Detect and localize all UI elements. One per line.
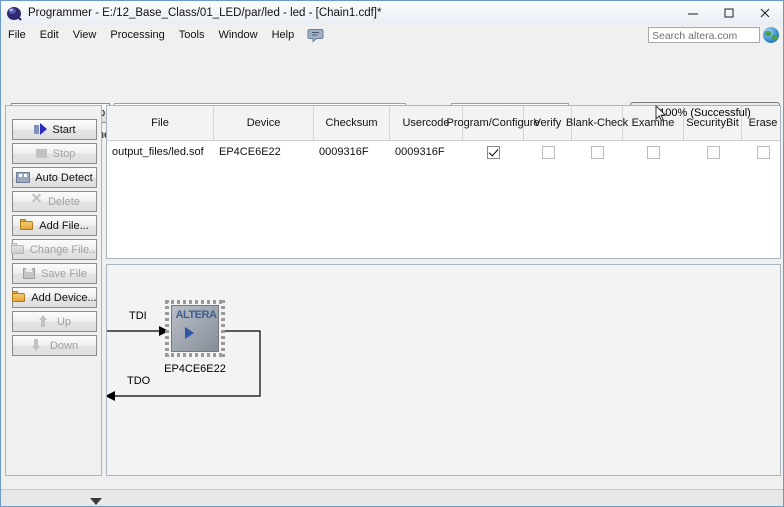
start-button[interactable]: Start: [12, 119, 97, 140]
column-header-device[interactable]: Device: [214, 106, 314, 140]
programmer-window: Programmer - E:/12_Base_Class/01_LED/par…: [0, 0, 784, 507]
auto-detect-button[interactable]: Auto Detect: [12, 167, 97, 188]
add-device-button[interactable]: Add Device...: [12, 287, 97, 308]
start-label: Start: [52, 123, 76, 136]
table-row[interactable]: output_files/led.sof EP4CE6E22 0009316F 000…: [107, 141, 780, 163]
column-header-blank-check[interactable]: Blank- Check: [566, 106, 628, 140]
cell-checkbox-examine[interactable]: [647, 145, 660, 159]
cell-checkbox-erase[interactable]: [757, 145, 770, 159]
bottom-strip: [1, 489, 783, 506]
chip-orientation-triangle-icon: [185, 327, 194, 339]
move-down-button[interactable]: Down: [12, 335, 97, 356]
move-up-label: Up: [56, 315, 72, 328]
move-up-button[interactable]: Up: [12, 311, 97, 332]
menu-item-help[interactable]: Help: [265, 27, 302, 43]
window-controls: [675, 1, 783, 25]
search-area: Search altera.com: [648, 27, 779, 43]
maximize-button[interactable]: [711, 2, 747, 25]
auto-detect-label: Auto Detect: [35, 171, 93, 184]
close-button[interactable]: [747, 2, 783, 25]
delete-label: Delete: [48, 195, 80, 208]
menu-item-tools[interactable]: Tools: [172, 27, 212, 43]
save-file-icon: [22, 267, 37, 281]
up-arrow-icon: [38, 314, 53, 329]
move-down-label: Down: [49, 339, 79, 352]
toolbar: Hardware Setup... USB-Blaster [USB-0] Mo…: [1, 49, 783, 141]
down-arrow-icon: [31, 338, 46, 353]
cell-blank-check[interactable]: [572, 141, 623, 163]
cell-checksum[interactable]: 0009316F: [314, 141, 390, 163]
add-file-button[interactable]: Add File...: [12, 215, 97, 236]
auto-detect-icon: [16, 171, 31, 185]
menu-item-edit[interactable]: Edit: [33, 27, 66, 43]
menu-item-view[interactable]: View: [66, 27, 104, 43]
menu-item-processing[interactable]: Processing: [103, 27, 171, 43]
delete-icon: [29, 192, 44, 209]
cell-usercode[interactable]: 0009316F: [390, 141, 463, 163]
device-table-panel: File Device Checksum Usercode Program/Config…: [106, 105, 781, 259]
tdi-label: TDI: [129, 310, 147, 322]
cell-checkbox-security-bit[interactable]: [706, 145, 720, 159]
chevron-down-icon[interactable]: [90, 498, 102, 505]
add-device-icon: [12, 290, 27, 305]
cell-examine[interactable]: [623, 141, 684, 163]
cell-checkbox-program-configure[interactable]: [487, 145, 500, 159]
progress-value: 100% (Successful): [659, 107, 751, 119]
menu-item-file[interactable]: File: [1, 27, 33, 43]
add-device-label: Add Device...: [31, 291, 97, 304]
tdo-label: TDO: [127, 375, 151, 387]
cell-checkbox-verify[interactable]: [541, 145, 555, 159]
search-input[interactable]: Search altera.com: [648, 27, 760, 43]
change-file-button[interactable]: Change File...: [10, 239, 99, 260]
cell-file[interactable]: output_files/led.sof: [107, 141, 214, 163]
cell-erase[interactable]: [742, 141, 780, 163]
fpga-device-graphic[interactable]: ALTERA: [165, 300, 225, 357]
altera-logo: ALTERA: [175, 309, 217, 321]
window-title: Programmer - E:/12_Base_Class/01_LED/par…: [28, 7, 382, 19]
chip-body: ALTERA: [171, 305, 219, 352]
title-bar: Programmer - E:/12_Base_Class/01_LED/par…: [1, 1, 783, 26]
change-file-icon: [10, 242, 26, 257]
start-icon: [33, 122, 48, 137]
column-header-program-configure[interactable]: Program/Configure: [447, 106, 539, 140]
device-name-label: EP4CE6E22: [164, 363, 226, 375]
column-header-checksum[interactable]: Checksum: [314, 106, 390, 140]
stop-label: Stop: [52, 147, 76, 160]
column-header-verify[interactable]: Verify: [524, 106, 572, 140]
add-file-label: Add File...: [39, 219, 89, 232]
cell-checkbox-blank-check[interactable]: [591, 145, 604, 159]
speech-bubble-icon[interactable]: [307, 28, 324, 43]
mouse-cursor-icon: [655, 104, 667, 123]
minimize-button[interactable]: [675, 2, 711, 25]
cell-program-configure[interactable]: [463, 141, 524, 163]
change-file-label: Change File...: [29, 243, 99, 256]
save-file-label: Save File: [41, 267, 87, 280]
jtag-chain-diagram: TDI TDO ALTERA EP4CE6E22: [106, 264, 781, 476]
quartus-icon: [5, 4, 23, 22]
delete-button[interactable]: Delete: [12, 191, 97, 212]
globe-icon[interactable]: [763, 27, 779, 43]
cell-security-bit[interactable]: [684, 141, 742, 163]
add-file-icon: [20, 218, 35, 233]
action-button-panel: Start Stop Auto Detect Delete Add File..…: [5, 105, 102, 476]
stop-button[interactable]: Stop: [12, 143, 97, 164]
cell-verify[interactable]: [524, 141, 572, 163]
column-header-file[interactable]: File: [107, 106, 214, 140]
menu-item-window[interactable]: Window: [211, 27, 264, 43]
stop-icon: [34, 147, 49, 161]
cell-device[interactable]: EP4CE6E22: [214, 141, 314, 163]
save-file-button[interactable]: Save File: [12, 263, 97, 284]
